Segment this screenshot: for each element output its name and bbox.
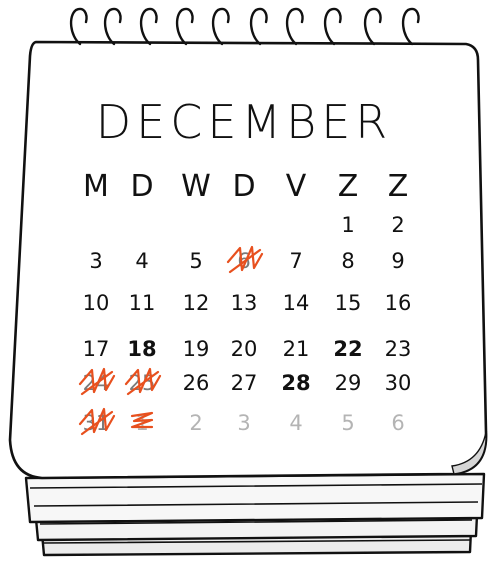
- day-cell: 7: [289, 249, 302, 273]
- day-cell: 28: [281, 371, 310, 395]
- weekday-label: D: [232, 169, 255, 204]
- day-cell: 13: [231, 291, 258, 315]
- binding-ring: [249, 7, 268, 46]
- next-month-day-cell: 2: [189, 411, 202, 435]
- binding-ring: [363, 7, 382, 46]
- day-cell: 29: [335, 371, 362, 395]
- weekday-label: M: [83, 169, 109, 204]
- day-cell: 17: [83, 337, 110, 361]
- day-cell: 14: [283, 291, 310, 315]
- day-cell: 2: [391, 213, 404, 237]
- page-stack: [24, 472, 486, 557]
- day-cell: 1: [341, 213, 354, 237]
- weekday-label: D: [130, 169, 153, 204]
- day-cell: 27: [231, 371, 258, 395]
- day-cell: 20: [231, 337, 258, 361]
- binding-ring: [323, 7, 342, 46]
- day-cell: 16: [385, 291, 412, 315]
- spiral-binding: [69, 7, 420, 46]
- weekday-label: Z: [388, 169, 409, 204]
- day-cell: 3: [89, 249, 102, 273]
- day-cell: 19: [183, 337, 210, 361]
- day-cell: 4: [135, 249, 148, 273]
- binding-ring: [69, 7, 88, 46]
- next-month-day-cell: 6: [391, 411, 404, 435]
- day-cell: 5: [189, 249, 202, 273]
- day-cell: 11: [129, 291, 156, 315]
- weekday-label: V: [286, 169, 307, 204]
- day-cell: 9: [391, 249, 404, 273]
- day-cell: 18: [127, 337, 156, 361]
- day-cell: 26: [183, 371, 210, 395]
- next-month-day-cell: 4: [289, 411, 302, 435]
- weekday-label: W: [181, 169, 211, 204]
- next-month-day-cell: 5: [341, 411, 354, 435]
- desk-calendar-illustration: DECEMBER MDWDVZZ 1 23 4 5 6 7 8 910 11 12 13 14 15 16…: [8, 7, 488, 557]
- next-month-day-cell: 3: [237, 411, 250, 435]
- month-title: DECEMBER: [96, 95, 393, 149]
- day-cell: 12: [183, 291, 210, 315]
- binding-ring: [103, 7, 122, 46]
- day-cell: 15: [335, 291, 362, 315]
- day-cell: 10: [83, 291, 110, 315]
- day-cell: 8: [341, 249, 354, 273]
- day-cell: 21: [283, 337, 310, 361]
- binding-ring: [401, 7, 420, 46]
- day-cell: 23: [385, 337, 412, 361]
- binding-ring: [285, 7, 304, 46]
- binding-ring: [175, 7, 194, 46]
- day-cell: 22: [333, 337, 362, 361]
- binding-ring: [211, 7, 230, 46]
- day-cell: 30: [385, 371, 412, 395]
- weekday-label: Z: [338, 169, 359, 204]
- page-stack-upper: [24, 472, 486, 524]
- binding-ring: [139, 7, 158, 46]
